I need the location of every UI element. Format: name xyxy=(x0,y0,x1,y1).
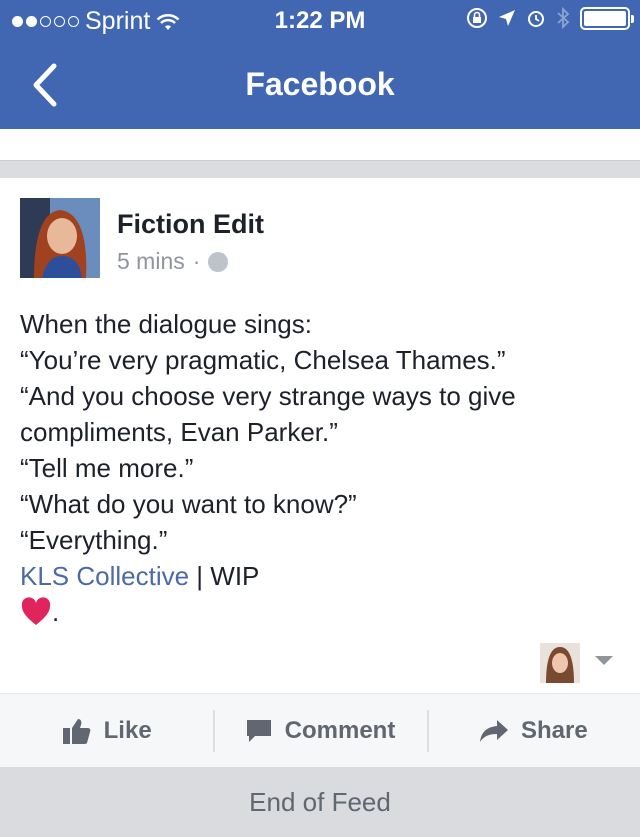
post-timestamp[interactable]: 5 mins xyxy=(117,248,185,275)
status-bar: Sprint 1:22 PM xyxy=(0,0,640,40)
page-link[interactable]: KLS Collective xyxy=(20,561,189,591)
heart-suffix: . xyxy=(52,597,60,627)
post-line: “What do you want to know?” xyxy=(20,489,357,519)
page-title: Facebook xyxy=(245,66,395,102)
end-of-feed: End of Feed xyxy=(0,767,640,837)
post-actions: Like Comment Share xyxy=(0,693,640,767)
nav-bar: Facebook xyxy=(0,40,640,129)
link-suffix: | WIP xyxy=(189,561,260,591)
reactor-avatar[interactable] xyxy=(540,643,580,683)
post-line: “And you choose very strange ways to giv… xyxy=(20,381,516,447)
status-icons xyxy=(466,6,634,30)
post-author[interactable]: Fiction Edit xyxy=(117,209,264,240)
like-label: Like xyxy=(103,716,152,744)
post-meta: 5 mins · xyxy=(117,248,229,275)
post-card: Fiction Edit 5 mins · When the dialogue … xyxy=(0,178,640,693)
post-line: “You’re very pragmatic, Chelsea Thames.” xyxy=(20,345,506,375)
battery-icon xyxy=(580,6,634,30)
comment-label: Comment xyxy=(284,716,396,744)
author-avatar[interactable] xyxy=(20,198,100,278)
comment-icon xyxy=(246,719,271,742)
rotation-lock-icon xyxy=(467,8,487,28)
heart-icon xyxy=(21,597,51,625)
post-body: When the dialogue sings: “You’re very pr… xyxy=(20,306,620,630)
post-line: When the dialogue sings: xyxy=(20,309,312,339)
chevron-down-icon[interactable] xyxy=(595,656,613,665)
share-button[interactable]: Share xyxy=(426,694,640,767)
post-line: “Tell me more.” xyxy=(20,453,194,483)
thumbs-up-icon xyxy=(62,718,91,744)
bluetooth-icon xyxy=(557,6,570,30)
feed-separator xyxy=(0,129,640,161)
location-arrow-icon xyxy=(499,10,515,26)
share-label: Share xyxy=(520,716,588,744)
post-line-heart: . xyxy=(20,594,620,630)
alarm-icon xyxy=(528,11,544,27)
share-icon xyxy=(479,719,508,742)
post-line: “Everything.” xyxy=(20,525,168,555)
post-line-link: KLS Collective | WIP xyxy=(20,558,620,594)
globe-icon xyxy=(208,251,229,272)
meta-separator: · xyxy=(192,248,201,274)
like-button[interactable]: Like xyxy=(0,694,213,767)
comment-button[interactable]: Comment xyxy=(213,694,426,767)
top-bar: Sprint 1:22 PM Facebook xyxy=(0,0,640,129)
